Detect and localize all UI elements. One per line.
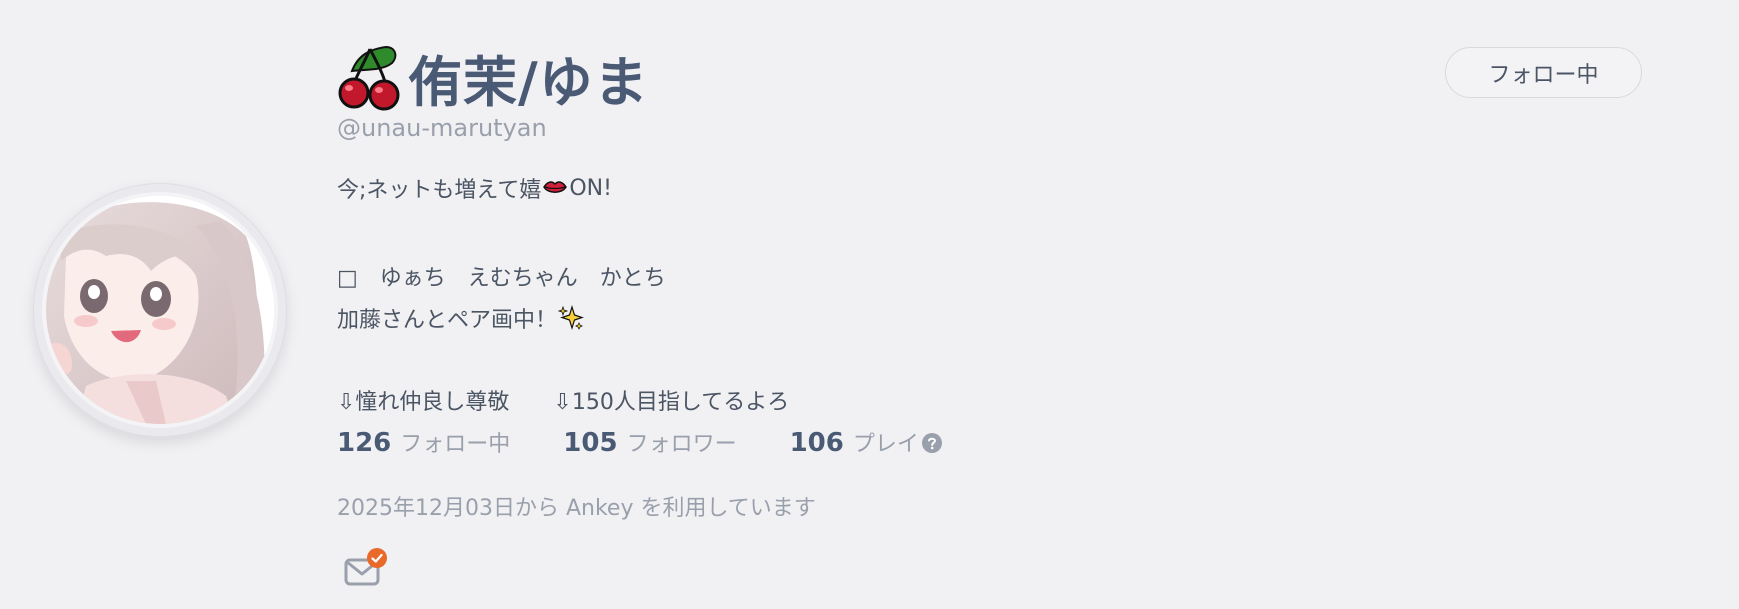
- followers-stat[interactable]: 105 フォロワー: [563, 426, 736, 458]
- lips-icon: [543, 181, 568, 193]
- plays-stat: 106 プレイ: [790, 426, 942, 458]
- bio-line-1-text: 今;ネットも増えて嬉: [337, 178, 542, 203]
- cherries-icon: [338, 45, 400, 111]
- display-name-row: 侑茉/ゆま: [336, 42, 649, 114]
- sparkles-icon: [558, 305, 584, 331]
- following-stat[interactable]: 126 フォロー中: [337, 426, 510, 458]
- bio-line-3-text: 加藤さんとペア画中！: [337, 308, 558, 333]
- bio-line-4: ⇩憧れ仲良し尊敬 ⇩150人目指してるよろ: [337, 390, 790, 415]
- profile-stats: 126 フォロー中 105 フォロワー 106 プレイ: [337, 426, 995, 458]
- check-badge-icon: [367, 548, 387, 568]
- plays-label: プレイ: [852, 432, 919, 457]
- avatar-frame: [33, 183, 287, 437]
- avatar: [46, 196, 274, 424]
- following-label: フォロー中: [400, 432, 511, 457]
- bio-line-2: □ ゆぁち えむちゃん かとち: [337, 266, 666, 291]
- bio-line-1-suffix: ON!: [569, 175, 612, 201]
- user-handle: @unau-marutyan: [337, 114, 547, 142]
- following-button[interactable]: フォロー中: [1445, 47, 1642, 98]
- bio-line-3: 加藤さんとペア画中！: [337, 302, 585, 334]
- joined-date: 2025年12月03日から Ankey を利用しています: [337, 496, 816, 521]
- followers-label: フォロワー: [626, 432, 737, 457]
- mail-button[interactable]: [343, 548, 389, 588]
- following-count: 126: [337, 428, 392, 458]
- avatar-illustration: [46, 196, 274, 424]
- display-name: 侑茉/ゆま: [408, 50, 649, 114]
- followers-count: 105: [563, 428, 618, 458]
- bio-line-1: 今;ネットも増えて嬉 ON!: [337, 172, 612, 204]
- profile-page: 侑茉/ゆま @unau-marutyan フォロー中 今;ネットも増えて嬉 ON…: [0, 0, 1739, 609]
- plays-count: 106: [789, 428, 844, 458]
- question-circle-icon[interactable]: [921, 433, 942, 453]
